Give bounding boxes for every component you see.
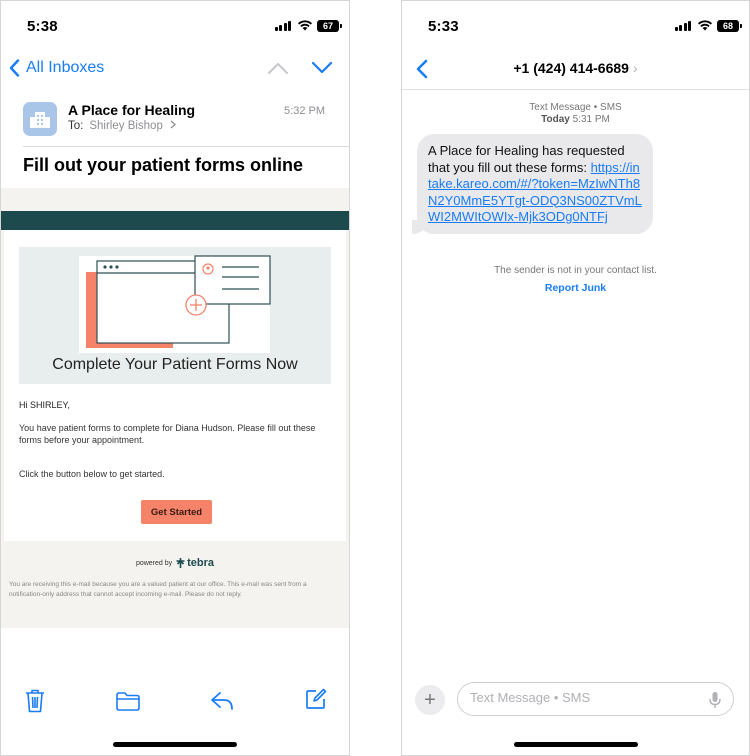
to-label: To: [68,120,84,132]
message-timestamp: Today 5:31 PM [402,114,749,125]
home-indicator[interactable] [513,742,638,747]
timestamp-time: 5:31 PM [572,114,610,125]
plus-icon: + [424,688,436,711]
message-input[interactable] [470,690,690,705]
compose-icon[interactable] [305,688,327,710]
hero-banner: Complete Your Patient Forms Now [19,247,331,384]
messages-nav-bar: +1 (424) 414-6689 › [402,51,749,89]
report-junk-link[interactable]: Report Junk [402,282,749,294]
get-started-button[interactable]: Get Started [141,500,212,524]
trash-icon[interactable] [25,689,45,713]
divider [23,146,349,147]
chevron-left-icon [9,59,20,77]
email-subject: Fill out your patient forms online [23,155,304,175]
status-bar: 5:33 68 [402,1,749,51]
back-label: All Inboxes [26,59,105,76]
sender-name[interactable]: A Place for Healing [68,102,195,118]
status-bar: 5:38 67 [1,1,349,51]
email-paragraph: You have patient forms to complete for D… [19,423,316,445]
tebra-logo: tebra [176,557,214,569]
status-time: 5:38 [27,18,58,35]
incoming-message-bubble[interactable]: A Place for Healing has requested that y… [412,134,653,234]
all-inboxes-back-button[interactable]: All Inboxes [9,59,104,77]
battery-icon: 67 [317,20,342,32]
powered-by-footer: powered by tebra [1,557,349,569]
contact-number: +1 (424) 414-6689 [513,60,629,76]
mail-nav-bar: All Inboxes [1,51,349,89]
next-message-chevron-down-icon[interactable] [311,61,333,75]
mail-app-screen: 5:38 67 All Inboxes A Place for Healing … [0,0,350,756]
timestamp-day: Today [541,114,570,125]
email-body: Complete Your Patient Forms Now Hi SHIRL… [1,188,349,628]
mail-toolbar [1,686,349,721]
footer-disclaimer: You are receiving this e-mail because yo… [9,581,307,598]
message-input-field[interactable] [457,682,734,716]
sender-avatar [23,102,57,136]
wifi-icon [698,20,712,31]
recipient-name: Shirley Bishop [89,120,163,132]
powered-by-label: powered by [135,559,173,567]
message-type-label: Text Message • SMS [529,102,622,113]
unknown-sender-notice: The sender is not in your contact list. [494,265,657,276]
email-instruction: Click the button below to get started. [19,469,165,479]
battery-icon: 68 [717,20,742,32]
received-time: 5:32 PM [284,105,325,117]
cellular-signal-icon [274,21,291,31]
forms-illustration [79,255,271,353]
building-icon [30,112,50,128]
status-time: 5:33 [428,18,459,35]
contact-header[interactable]: +1 (424) 414-6689 › [402,60,749,76]
home-indicator[interactable] [113,742,237,747]
greeting: Hi SHIRLEY, [19,400,70,410]
folder-icon[interactable] [116,692,140,711]
sender-header: A Place for Healing To: Shirley Bishop 5:… [23,96,327,148]
email-card: Complete Your Patient Forms Now Hi SHIRL… [4,230,346,541]
reply-icon[interactable] [210,691,234,711]
microphone-icon[interactable] [709,691,721,709]
messages-app-screen: 5:33 68 +1 (424) 414-6689 › Text Message … [401,0,750,756]
recipient-line[interactable]: To: Shirley Bishop [68,120,177,132]
chevron-right-icon: › [632,60,638,76]
tebra-mark-icon [176,558,185,568]
brand-band [1,211,349,230]
previous-message-chevron-up-icon[interactable] [267,61,289,75]
add-attachment-button[interactable]: + [415,685,445,715]
hero-title: Complete Your Patient Forms Now [52,356,298,373]
wifi-icon [298,20,312,31]
brand-name: tebra [187,557,215,569]
chevron-right-icon [170,120,177,129]
divider [402,89,749,90]
cellular-signal-icon [674,21,691,31]
